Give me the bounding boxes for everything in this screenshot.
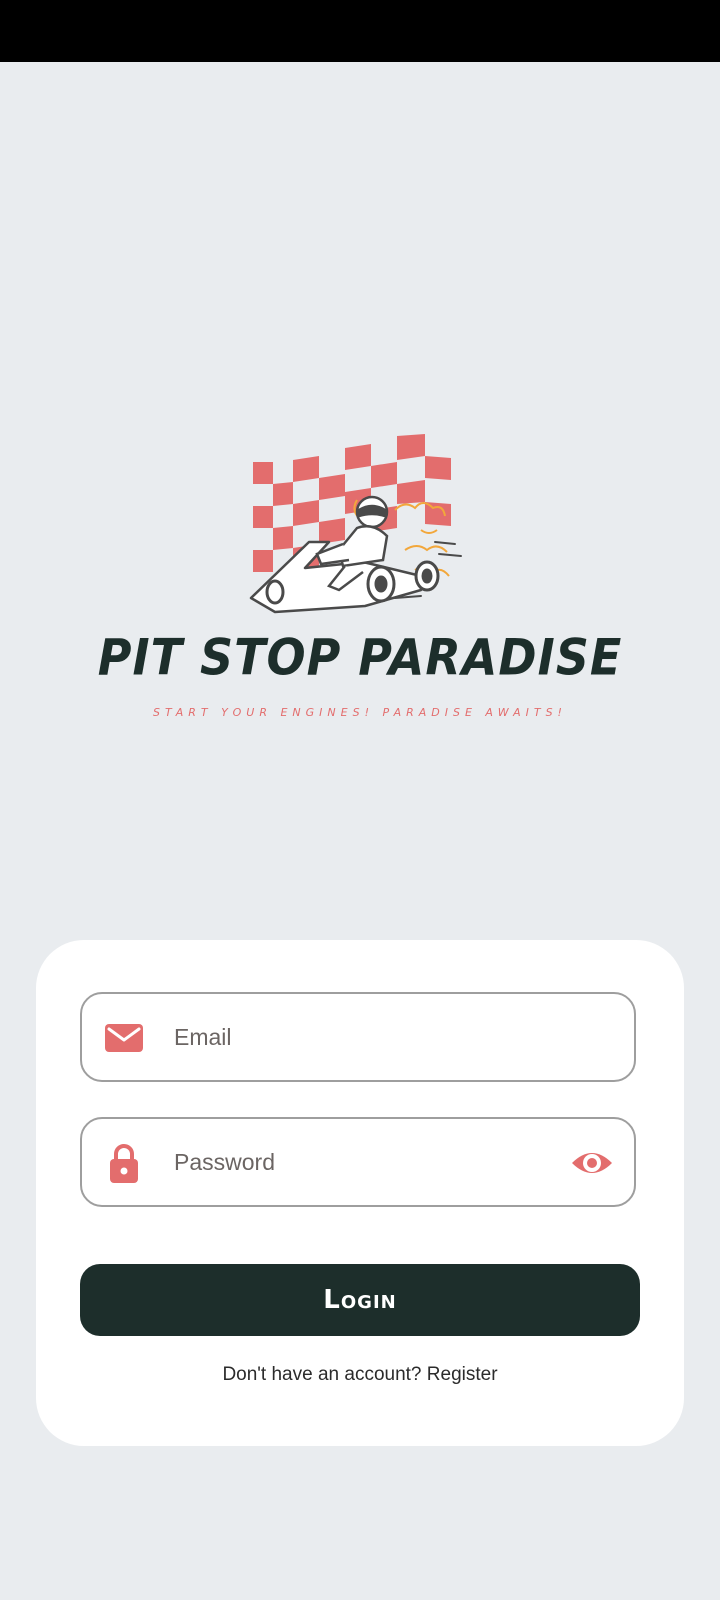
password-input[interactable] [174,1119,554,1205]
email-input[interactable] [174,994,554,1080]
login-card: Login Don't have an account? Register [36,940,684,1446]
eye-icon[interactable] [570,1145,614,1181]
brand-tagline: START YOUR ENGINES! PARADISE AWAITS! [153,706,567,719]
status-bar [0,0,720,62]
register-link[interactable]: Register [427,1364,498,1385]
password-field[interactable] [80,1117,636,1207]
brand-title: PIT STOP PARADISE [97,627,623,687]
go-kart-flag-logo-icon [249,434,462,614]
login-button[interactable]: Login [80,1264,640,1336]
brand-logo: PIT STOP PARADISE START YOUR ENGINES! PA… [0,430,720,730]
lock-icon [110,1144,138,1183]
email-field[interactable] [80,992,636,1082]
register-prompt: Don't have an account? [222,1364,427,1385]
register-row: Don't have an account? Register [36,1364,684,1386]
mail-icon [105,1024,143,1052]
